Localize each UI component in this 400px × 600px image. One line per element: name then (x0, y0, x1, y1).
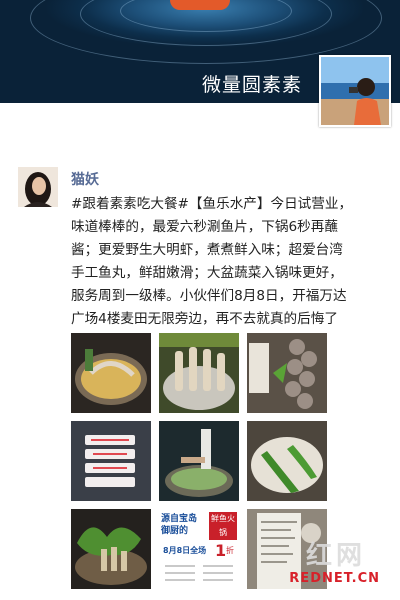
photo-veggie-platter[interactable] (71, 509, 151, 589)
promo-title: 源自宝岛 御厨的 (161, 514, 198, 536)
post-line: 手工鱼丸，鲜甜嫩滑；大盆蔬菜入锅味更好， (71, 265, 343, 281)
watermark-logo: 红网 (305, 541, 366, 571)
post-line: 广场4楼麦田无限旁边，再不去就真的后悔了 (71, 311, 338, 327)
post-line: 服务周到一级棒。小伙伴们8月8日，开福万达 (71, 288, 347, 304)
promo-badge: 鲜鱼火锅 (209, 512, 237, 540)
profile-name[interactable]: 微量圆素素 (202, 70, 302, 97)
photo-fish-balls[interactable] (247, 333, 327, 413)
promo-discount: 1 (215, 541, 227, 560)
photo-fish-slices[interactable] (71, 421, 151, 501)
photo-leafy-greens[interactable] (247, 421, 327, 501)
profile-avatar[interactable] (319, 55, 391, 127)
promo-date: 8月8日全场 (163, 546, 207, 555)
post-line: #跟着素素吃大餐#【鱼乐水产】今日试营业， (71, 196, 353, 212)
promo-unit: 折 (226, 546, 234, 555)
post-line: 酱；更爱野生大明虾，煮煮鲜入味；超爱台湾 (71, 242, 343, 258)
photo-fish-hotpot[interactable] (71, 333, 151, 413)
post-text: #跟着素素吃大餐#【鱼乐水产】今日试营业， 味道棒棒的，最爱六秒涮鱼片，下锅6秒… (71, 193, 387, 354)
post-line: 味道棒棒的，最爱六秒涮鱼片，下锅6秒再蘸 (71, 219, 338, 235)
photo-promo-poster[interactable]: 源自宝岛 御厨的 鲜鱼火锅 8月8日全场 1 折 (159, 509, 239, 589)
photo-cooking[interactable] (159, 421, 239, 501)
author-avatar[interactable] (18, 167, 58, 207)
author-name[interactable]: 猫妖 (71, 169, 99, 189)
photo-prawns[interactable] (159, 333, 239, 413)
watermark-text: REDNET.CN (289, 571, 380, 586)
